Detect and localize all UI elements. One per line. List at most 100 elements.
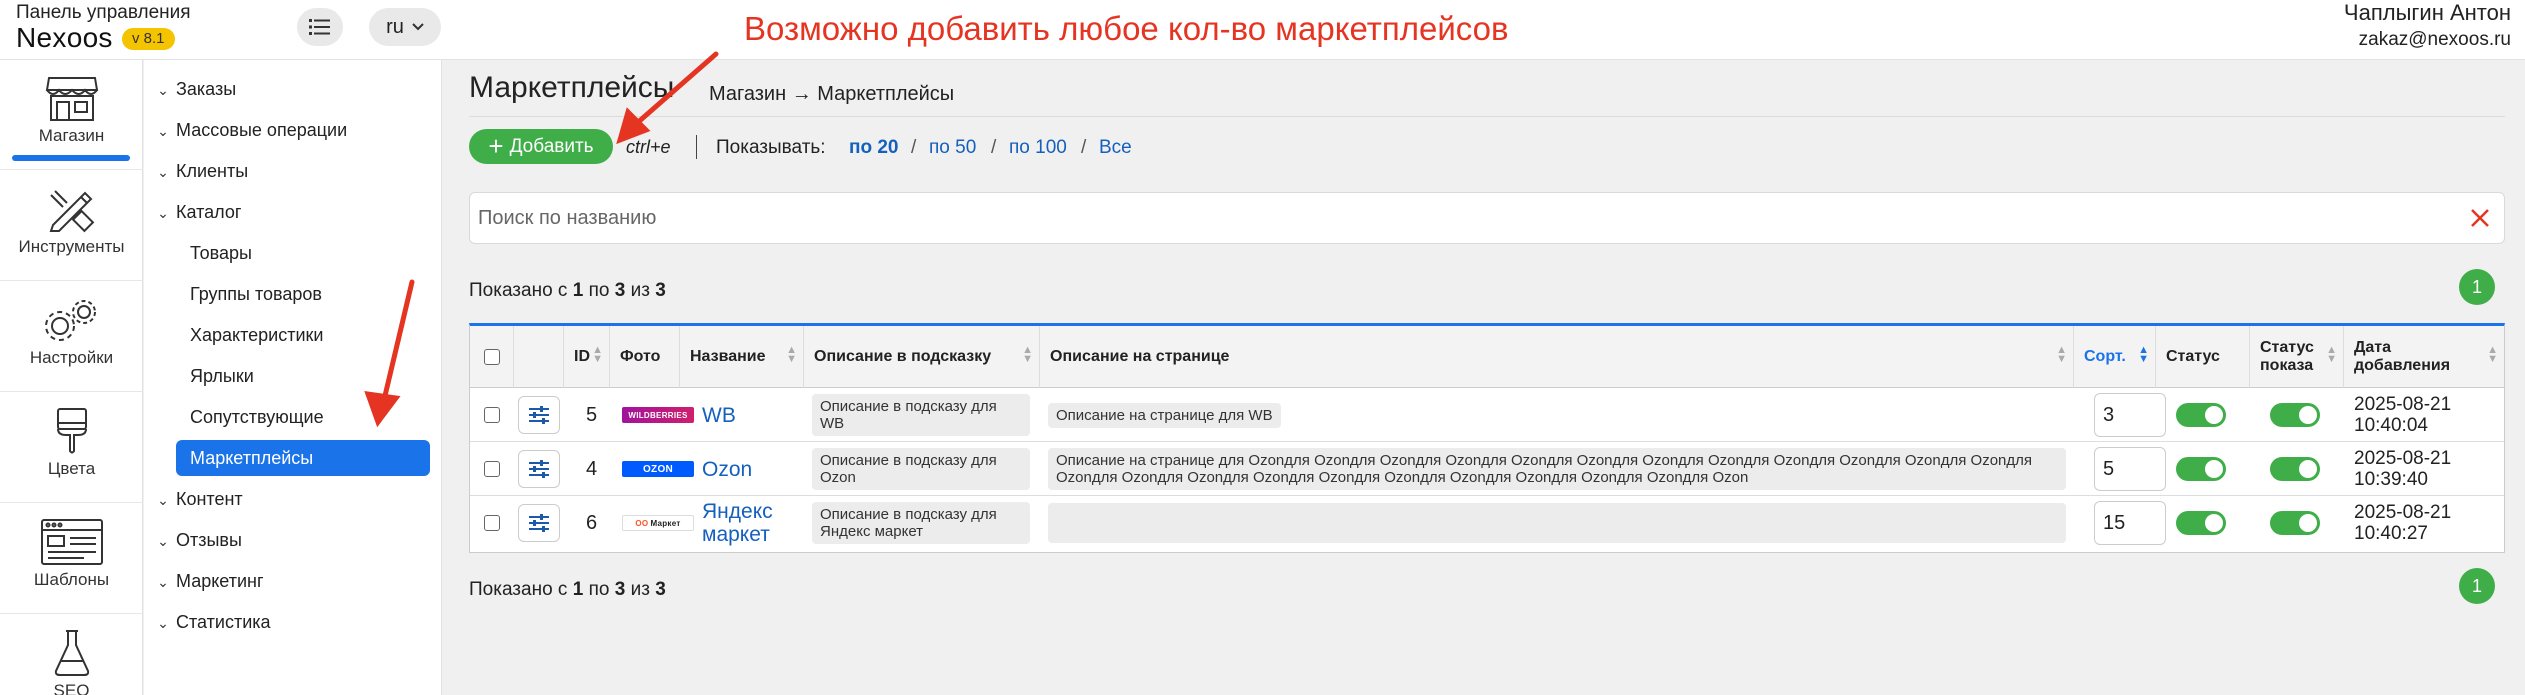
sort-asc-icon: ▲ ▼ bbox=[2138, 344, 2149, 365]
row-time: 10:39:40 bbox=[2354, 469, 2428, 490]
language-select[interactable]: ru bbox=[369, 8, 441, 46]
row-date: 2025-08-21 bbox=[2354, 502, 2452, 523]
row-status-show-toggle[interactable] bbox=[2270, 511, 2320, 535]
row-sort-input[interactable]: 15 bbox=[2094, 501, 2166, 545]
tree-sub-labels[interactable]: Ярлыки bbox=[190, 358, 254, 394]
row-status-toggle[interactable] bbox=[2176, 403, 2226, 427]
per-page-100[interactable]: по 100 bbox=[1009, 137, 1067, 159]
tree-item-content[interactable]: ⌄ Контент bbox=[154, 481, 243, 517]
row-checkbox[interactable] bbox=[484, 515, 500, 531]
per-page-50[interactable]: по 50 bbox=[929, 137, 976, 159]
header-select-all[interactable] bbox=[470, 326, 514, 388]
version-badge: v 8.1 bbox=[122, 28, 175, 50]
row-name-link[interactable]: WB bbox=[702, 404, 736, 427]
row-date: 2025-08-21 bbox=[2354, 448, 2452, 469]
tree-item-catalog[interactable]: ⌄ Каталог bbox=[154, 194, 241, 230]
row-sort-input[interactable]: 5 bbox=[2094, 447, 2166, 491]
header-photo: Фото bbox=[610, 326, 680, 388]
header-page-desc[interactable]: Описание на странице ▲ ▼ bbox=[1040, 326, 2074, 388]
header-id-label: ID bbox=[574, 348, 590, 365]
select-all-checkbox[interactable] bbox=[483, 349, 500, 365]
rail-item-settings[interactable]: Настройки bbox=[0, 282, 143, 392]
row-checkbox[interactable] bbox=[484, 407, 500, 423]
shown-prefix: Показано с bbox=[469, 579, 568, 600]
header-tooltip-desc[interactable]: Описание в подсказку ▲ ▼ bbox=[804, 326, 1040, 388]
row-status-show-toggle[interactable] bbox=[2270, 403, 2320, 427]
row-checkbox-cell bbox=[484, 442, 500, 496]
tree-sub-related[interactable]: Сопутствующие bbox=[190, 399, 324, 435]
tree-sidebar: ⌄ Заказы ⌄ Массовые операции ⌄ Клиенты ⌄ Кат… bbox=[144, 60, 442, 695]
per-page-20[interactable]: по 20 bbox=[849, 137, 899, 159]
tree-sub-product-groups[interactable]: Группы товаров bbox=[190, 276, 322, 312]
row-settings-button[interactable] bbox=[518, 450, 560, 488]
row-name-link[interactable]: Ozon bbox=[702, 458, 752, 481]
row-page-desc-cell bbox=[1048, 496, 2068, 550]
tree-item-bulk-operations[interactable]: ⌄ Массовые операции bbox=[154, 112, 347, 148]
row-date-cell: 2025-08-21 10:39:40 bbox=[2354, 442, 2451, 496]
header-status-show[interactable]: Статус показа ▲ ▼ bbox=[2250, 326, 2344, 388]
table-row[interactable]: 5 WILDBERRIES WB Описание в подсказу для… bbox=[470, 388, 2504, 442]
shown-of-word: из bbox=[630, 280, 650, 301]
tree-item-statistics[interactable]: ⌄ Статистика bbox=[154, 604, 270, 640]
row-settings-button[interactable] bbox=[518, 504, 560, 542]
search-input[interactable] bbox=[478, 193, 2378, 243]
row-tooltip-desc-cell: Описание в подсказу для Яндекс маркет bbox=[812, 496, 1030, 550]
row-status-cell bbox=[2176, 442, 2226, 496]
tree-sub-characteristics[interactable]: Характеристики bbox=[190, 317, 323, 353]
header-status-show-line2: показа bbox=[2260, 357, 2314, 374]
tools-icon bbox=[49, 190, 94, 233]
tree-sub-products[interactable]: Товары bbox=[190, 235, 252, 271]
marketplaces-table: ID ▲ ▼ Фото Название ▲ ▼ Описание в подсказк… bbox=[469, 323, 2505, 553]
ozon-logo: OZON bbox=[622, 461, 694, 477]
row-settings-button[interactable] bbox=[518, 396, 560, 434]
tree-item-label: Заказы bbox=[176, 79, 237, 99]
chevron-down-icon bbox=[412, 23, 424, 31]
menu-toggle-button[interactable] bbox=[297, 8, 343, 46]
tree-item-orders[interactable]: ⌄ Заказы bbox=[154, 71, 236, 107]
row-sort-cell: 15 bbox=[2094, 496, 2166, 550]
header-status[interactable]: Статус bbox=[2156, 326, 2250, 388]
row-status-toggle[interactable] bbox=[2176, 457, 2226, 481]
tree-item-reviews[interactable]: ⌄ Отзывы bbox=[154, 522, 242, 558]
tree-item-marketing[interactable]: ⌄ Маркетинг bbox=[154, 563, 263, 599]
header-id[interactable]: ID ▲ ▼ bbox=[564, 326, 610, 388]
row-tooltip-desc: Описание в подсказу для Яндекс маркет bbox=[812, 502, 1030, 544]
flask-icon bbox=[54, 630, 89, 676]
rail-label-colors: Цвета bbox=[47, 459, 96, 478]
row-status-toggle[interactable] bbox=[2176, 511, 2226, 535]
row-status-show-toggle[interactable] bbox=[2270, 457, 2320, 481]
row-name-cell: WB bbox=[702, 388, 798, 442]
header-name[interactable]: Название ▲ ▼ bbox=[680, 326, 804, 388]
page-title: Маркетплейсы bbox=[469, 71, 675, 104]
chevron-down-icon: ⌄ bbox=[157, 82, 169, 98]
header-sort[interactable]: Сорт. ▲ ▼ bbox=[2074, 326, 2156, 388]
row-status-cell bbox=[2176, 388, 2226, 442]
pagination-page-1-bottom[interactable]: 1 bbox=[2459, 568, 2495, 604]
brand-logo[interactable]: Nexoos bbox=[16, 22, 113, 54]
row-sort-input[interactable]: 3 bbox=[2094, 393, 2166, 437]
rail-item-seo[interactable]: SEO bbox=[0, 615, 143, 695]
rail-label-tools: Инструменты bbox=[18, 237, 125, 256]
header-date[interactable]: Дата добавления ▲ ▼ bbox=[2344, 326, 2504, 388]
tree-sub-marketplaces[interactable]: Маркетплейсы bbox=[176, 440, 430, 476]
pagination-page-1[interactable]: 1 bbox=[2459, 269, 2495, 305]
header-name-label: Название bbox=[690, 348, 766, 365]
rail-item-shop[interactable]: Магазин bbox=[0, 60, 143, 170]
chevron-down-icon: ⌄ bbox=[157, 615, 169, 631]
per-page-all[interactable]: Все bbox=[1099, 137, 1132, 159]
rail-active-indicator bbox=[12, 155, 130, 161]
rail-item-tools[interactable]: Инструменты bbox=[0, 171, 143, 281]
table-row[interactable]: 4 OZON Ozon Описание в подсказу для Ozon… bbox=[470, 442, 2504, 496]
rail-item-colors[interactable]: Цвета bbox=[0, 393, 143, 503]
add-button[interactable]: + Добавить bbox=[469, 129, 613, 164]
rail-item-templates[interactable]: Шаблоны bbox=[0, 504, 143, 614]
shown-from: 1 bbox=[572, 579, 584, 600]
row-date-cell: 2025-08-21 10:40:27 bbox=[2354, 496, 2451, 550]
close-icon[interactable] bbox=[2468, 206, 2492, 230]
tree-item-clients[interactable]: ⌄ Клиенты bbox=[154, 153, 248, 189]
row-name-link[interactable]: Яндекс маркет bbox=[702, 500, 798, 546]
row-photo-cell: OZON bbox=[622, 442, 694, 496]
table-row[interactable]: 6 OO Маркет Яндекс маркет Описание в подс… bbox=[470, 496, 2504, 550]
user-name[interactable]: Чаплыгин Антон bbox=[2344, 0, 2511, 26]
row-checkbox[interactable] bbox=[484, 461, 500, 477]
